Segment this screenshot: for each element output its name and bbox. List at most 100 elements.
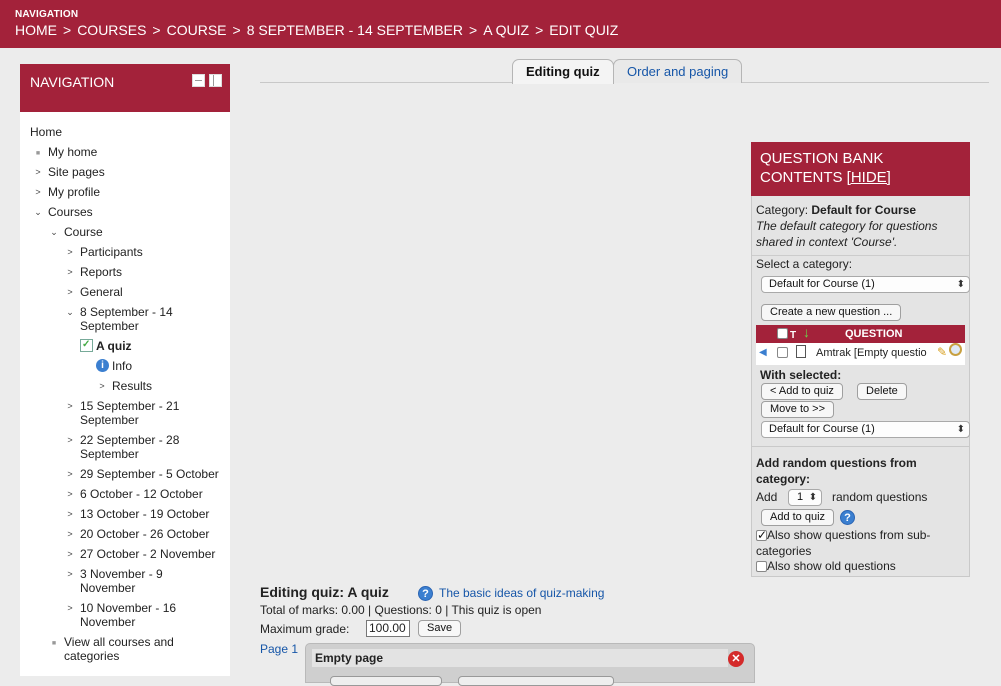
question-column-header[interactable]: QUESTION: [845, 328, 902, 340]
empty-page-box: Empty page ✕: [305, 643, 755, 686]
add-left-arrow-icon[interactable]: ◀: [759, 347, 767, 358]
dock-icon[interactable]: [209, 74, 222, 87]
top-nav-title: NAVIGATION: [15, 9, 79, 20]
collapse-icon[interactable]: [192, 74, 205, 87]
nav-reports[interactable]: > Reports: [67, 265, 122, 279]
category-select[interactable]: Default for Course (1): [761, 276, 970, 293]
random-questions-label: random questions: [832, 490, 928, 504]
add-to-quiz-button[interactable]: < Add to quiz: [761, 383, 843, 400]
question-checkbox[interactable]: [777, 347, 788, 358]
nav-week-3[interactable]: >22 September - 28 September: [67, 433, 179, 461]
help-icon[interactable]: ?: [840, 510, 855, 525]
chevron-right-icon: >: [35, 167, 41, 177]
sort-arrow-icon[interactable]: ↓: [803, 324, 810, 340]
help-icon[interactable]: ?: [418, 586, 433, 601]
nav-week-10[interactable]: >10 November - 16 November: [67, 601, 176, 629]
nav-general[interactable]: > General: [67, 285, 122, 299]
nav-week-8[interactable]: >27 October - 2 November: [67, 547, 215, 561]
info-icon: i: [96, 359, 109, 372]
quiz-totals: Total of marks: 0.00 | Questions: 0 | Th…: [260, 603, 542, 617]
chevron-right-icon: >: [67, 247, 73, 257]
close-icon[interactable]: ✕: [728, 651, 744, 667]
nav-week-5[interactable]: >6 October - 12 October: [67, 487, 202, 501]
top-bar: NAVIGATION HOME > COURSES > COURSE >8 SEPTEMB…: [0, 0, 1001, 48]
chevron-right-icon: >: [67, 287, 73, 297]
edit-pencil-icon[interactable]: ✎: [937, 345, 947, 359]
maximum-grade-label: Maximum grade:: [260, 622, 350, 636]
empty-page-header: Empty page: [312, 649, 728, 667]
nav-week-7[interactable]: >20 October - 26 October: [67, 527, 209, 541]
page-1-link[interactable]: Page 1: [260, 642, 298, 656]
chevron-down-icon: ⌄: [66, 307, 74, 317]
nav-week-9[interactable]: >3 November - 9 November: [67, 567, 162, 595]
chevron-right-icon: >: [67, 569, 73, 579]
hide-link[interactable]: [HIDE]: [847, 169, 891, 186]
page-control[interactable]: [330, 676, 442, 686]
tab-order-and-paging[interactable]: Order and paging: [613, 59, 743, 83]
nav-my-profile[interactable]: > My profile: [35, 185, 100, 199]
chevron-right-icon: >: [67, 401, 73, 411]
show-old-option: Also show old questions: [756, 559, 896, 573]
breadcrumb-quiz[interactable]: A QUIZ: [483, 22, 529, 38]
nav-courses[interactable]: ⌄ Courses: [34, 205, 92, 219]
delete-button[interactable]: Delete: [857, 383, 907, 400]
show-subcategories-checkbox[interactable]: [756, 530, 767, 542]
add-random-to-quiz-button[interactable]: Add to quiz: [761, 509, 835, 526]
move-to-button[interactable]: Move to >>: [761, 401, 835, 418]
page-control[interactable]: [458, 676, 614, 686]
chevron-down-icon: ⌄: [50, 227, 58, 237]
chevron-right-icon: >: [67, 603, 73, 613]
qbank-divider: [752, 446, 969, 447]
chevron-right-icon: >: [67, 529, 73, 539]
show-old-checkbox[interactable]: [756, 561, 767, 573]
quiz-icon: [80, 338, 93, 352]
type-column-header[interactable]: T: [790, 330, 796, 341]
select-all-checkbox[interactable]: [777, 328, 788, 339]
tab-editing-quiz[interactable]: Editing quiz: [512, 59, 614, 84]
nav-participants[interactable]: > Participants: [67, 245, 142, 259]
nav-view-all-courses[interactable]: ■ View all courses and categories: [52, 635, 174, 663]
nav-course[interactable]: ⌄ Course: [50, 225, 102, 239]
breadcrumb-week[interactable]: 8 SEPTEMBER - 14 SEPTEMBER: [247, 22, 463, 38]
select-category-label: Select a category:: [756, 257, 853, 271]
nav-site-pages[interactable]: > Site pages: [35, 165, 104, 179]
random-count-select[interactable]: 1: [788, 489, 823, 506]
maximum-grade-input[interactable]: 100.00: [366, 620, 410, 637]
nav-my-home[interactable]: ■ My home: [36, 145, 97, 159]
move-to-category-select[interactable]: Default for Course (1): [761, 421, 970, 438]
category-info: Category: Default for Course The default…: [752, 196, 969, 256]
breadcrumb-edit-quiz: EDIT QUIZ: [549, 22, 619, 38]
nav-a-quiz[interactable]: A quiz: [80, 338, 132, 353]
nav-week-1[interactable]: ⌄ 8 September - 14 September: [66, 305, 173, 333]
create-new-question-button[interactable]: Create a new question ...: [761, 304, 902, 321]
chevron-right-icon: >: [35, 187, 41, 197]
nav-home[interactable]: Home: [30, 125, 62, 139]
question-bank-header: QUESTION BANK CONTENTS [HIDE]: [751, 142, 970, 196]
bullet-icon: ■: [35, 150, 41, 157]
nav-results[interactable]: > Results: [99, 379, 152, 393]
save-button[interactable]: Save: [418, 620, 462, 637]
breadcrumb-courses[interactable]: COURSES: [77, 22, 146, 38]
random-questions-title: Add random questions from category:: [756, 456, 917, 486]
chevron-right-icon: >: [67, 509, 73, 519]
chevron-right-icon: >: [67, 469, 73, 479]
chevron-right-icon: >: [99, 381, 105, 391]
question-table-header: T ↓ QUESTION: [756, 324, 965, 343]
question-type-icon: [796, 345, 806, 358]
preview-magnifier-icon[interactable]: [949, 343, 962, 356]
breadcrumb-home[interactable]: HOME: [15, 22, 57, 38]
question-row: ◀ Amtrak [Empty questio ✎: [756, 343, 965, 365]
chevron-right-icon: >: [67, 549, 73, 559]
chevron-right-icon: >: [67, 435, 73, 445]
nav-info[interactable]: i Info: [96, 359, 132, 373]
nav-week-4[interactable]: >29 September - 5 October: [67, 467, 218, 481]
basic-ideas-link[interactable]: The basic ideas of quiz-making: [439, 586, 604, 600]
nav-week-6[interactable]: >13 October - 19 October: [67, 507, 209, 521]
breadcrumb: HOME > COURSES > COURSE >8 SEPTEMBER - 14 SEP…: [15, 22, 619, 38]
breadcrumb-course[interactable]: COURSE: [167, 22, 227, 38]
chevron-right-icon: >: [67, 267, 73, 277]
chevron-down-icon: ⌄: [34, 207, 42, 217]
nav-week-2[interactable]: >15 September - 21 September: [67, 399, 179, 427]
add-label: Add: [756, 490, 778, 504]
navigation-block-title: NAVIGATION: [30, 74, 115, 90]
